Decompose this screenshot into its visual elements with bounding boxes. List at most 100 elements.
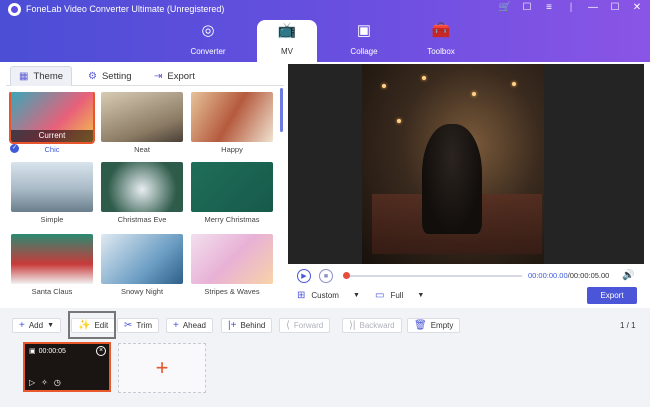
theme-label: Snowy Night (120, 287, 164, 296)
theme-label: Chic (44, 145, 60, 154)
cart-icon[interactable]: 🛒 (498, 2, 512, 13)
feedback-icon[interactable]: ☐ (520, 2, 534, 13)
subtab-label: Theme (33, 71, 64, 82)
trash-icon: 🗑 (414, 320, 427, 331)
edit-icon[interactable]: ✧ (41, 378, 48, 387)
letterbox-right (544, 64, 644, 264)
clock-icon[interactable]: ◷ (54, 378, 61, 387)
close-icon[interactable]: × (96, 346, 106, 356)
app-logo-icon (8, 3, 21, 16)
monitor-icon: ▭ (375, 290, 385, 301)
theme-card-simple[interactable]: Simple (11, 162, 93, 224)
close-icon[interactable]: ✕ (630, 2, 644, 13)
app-header: FoneLab Video Converter Ultimate (Unregi… (0, 0, 650, 62)
forward-button[interactable]: ⟨ Forward (279, 318, 331, 333)
window-controls: 🛒 ☐ ≡ | — ☐ ✕ (498, 2, 644, 13)
export-icon: ⇥ (154, 70, 163, 82)
display-select[interactable]: ▭ Full ▼ (375, 290, 424, 301)
time-display: 00:00:00.00/00:00:05.00 (528, 271, 609, 280)
image-icon: ▣ (29, 348, 36, 355)
theme-card-neat[interactable]: Neat (101, 92, 183, 154)
theme-card-santa-claus[interactable]: Santa Claus (11, 234, 93, 296)
theme-thumbnail (191, 162, 273, 212)
behind-button[interactable]: |+ Behind (221, 318, 273, 333)
light-dot (397, 119, 401, 123)
tab-label: Collage (350, 47, 378, 56)
theme-grid: Current ✓ Chic Neat Happy Simple Christm… (6, 92, 276, 308)
maximize-icon[interactable]: ☐ (608, 2, 622, 13)
timeline-clip[interactable]: ▣ 00:00:05 × ▷ ✧ ◷ (23, 342, 111, 392)
add-label: Add (28, 321, 44, 330)
tab-mv[interactable]: 📺 MV (257, 20, 317, 62)
page-count: 1 / 1 (620, 321, 636, 330)
progress-handle[interactable] (343, 272, 350, 279)
light-dot (512, 82, 516, 86)
aspect-select[interactable]: ⊞ Custom ▼ (297, 290, 360, 301)
theme-card-snowy-night[interactable]: Snowy Night (101, 234, 183, 296)
tab-label: MV (281, 47, 293, 56)
chevron-down-icon: ▼ (352, 292, 360, 299)
forward-icon: ⟨ (286, 320, 290, 331)
minimize-icon[interactable]: — (586, 2, 600, 13)
forward-label: Forward (293, 321, 324, 330)
theme-label: Neat (134, 145, 150, 154)
ahead-button[interactable]: + Ahead (166, 318, 213, 333)
backward-icon: ⟩| (349, 320, 356, 331)
app-title: FoneLab Video Converter Ultimate (Unregi… (26, 4, 225, 14)
progress-track[interactable] (344, 275, 522, 277)
letterbox-left (288, 64, 362, 264)
player-controls: ▶ ■ 00:00:00.00/00:00:05.00 🔊 ⊞ Custom ▼… (288, 264, 644, 308)
clip-actions: ▷ ✧ ◷ (29, 378, 61, 387)
trim-label: Trim (136, 321, 153, 330)
theme-card-chic[interactable]: Current ✓ Chic (9, 92, 95, 154)
preview-player (288, 64, 644, 264)
volume-icon[interactable]: 🔊 (622, 270, 634, 281)
add-button[interactable]: + Add ▼ (12, 318, 62, 333)
plus-icon: + (155, 355, 169, 380)
export-button[interactable]: Export (587, 287, 637, 304)
theme-panel: ▦ Theme ⚙ Setting ⇥ Export Current ✓ Chi… (6, 64, 284, 308)
scissors-icon: ✂ (124, 320, 133, 331)
gear-icon: ⚙ (88, 70, 97, 82)
add-clip-button[interactable]: + (118, 343, 206, 393)
trim-button[interactable]: ✂ Trim (117, 318, 160, 333)
subtab-setting[interactable]: ⚙ Setting (80, 66, 140, 86)
empty-button[interactable]: 🗑 Empty (407, 318, 461, 333)
preview-video (362, 64, 544, 264)
subtab-export[interactable]: ⇥ Export (146, 66, 203, 86)
play-icon[interactable]: ▷ (29, 378, 35, 387)
aspect-icon: ⊞ (297, 290, 306, 301)
play-icon[interactable]: ▶ (297, 269, 311, 283)
backward-label: Backward (359, 321, 395, 330)
subtab-label: Export (167, 70, 195, 82)
theme-thumbnail: Current (9, 92, 95, 144)
theme-scrollbar[interactable] (280, 88, 283, 132)
theme-thumbnail (191, 234, 273, 284)
plus-icon: + (173, 320, 179, 331)
backward-button[interactable]: ⟩| Backward (342, 318, 402, 333)
theme-card-happy[interactable]: Happy (191, 92, 273, 154)
theme-card-stripes-waves[interactable]: Stripes & Waves (191, 234, 273, 296)
tab-collage[interactable]: ▣ Collage (334, 20, 394, 62)
theme-card-christmas-eve[interactable]: Christmas Eve (101, 162, 183, 224)
tab-label: Toolbox (427, 47, 455, 56)
tab-toolbox[interactable]: 🧰 Toolbox (411, 20, 471, 62)
tab-converter[interactable]: ◎ Converter (178, 20, 238, 62)
menu-icon[interactable]: ≡ (542, 2, 556, 13)
theme-thumbnail (101, 234, 183, 284)
theme-thumbnail (101, 162, 183, 212)
theme-thumbnail (11, 234, 93, 284)
insert-behind-icon: |+ (228, 320, 237, 331)
theme-thumbnail (191, 92, 273, 142)
stop-icon[interactable]: ■ (319, 269, 333, 283)
subtab-theme[interactable]: ▦ Theme (10, 66, 73, 86)
ahead-label: Ahead (182, 321, 206, 330)
theme-thumbnail (11, 162, 93, 212)
plus-icon: + (19, 320, 25, 331)
theme-label: Santa Claus (31, 287, 73, 296)
theme-thumbnail (101, 92, 183, 142)
theme-label: Simple (40, 215, 64, 224)
check-icon: ✓ (10, 144, 19, 153)
light-dot (472, 92, 476, 96)
theme-card-merry-christmas[interactable]: Merry Christmas (191, 162, 273, 224)
